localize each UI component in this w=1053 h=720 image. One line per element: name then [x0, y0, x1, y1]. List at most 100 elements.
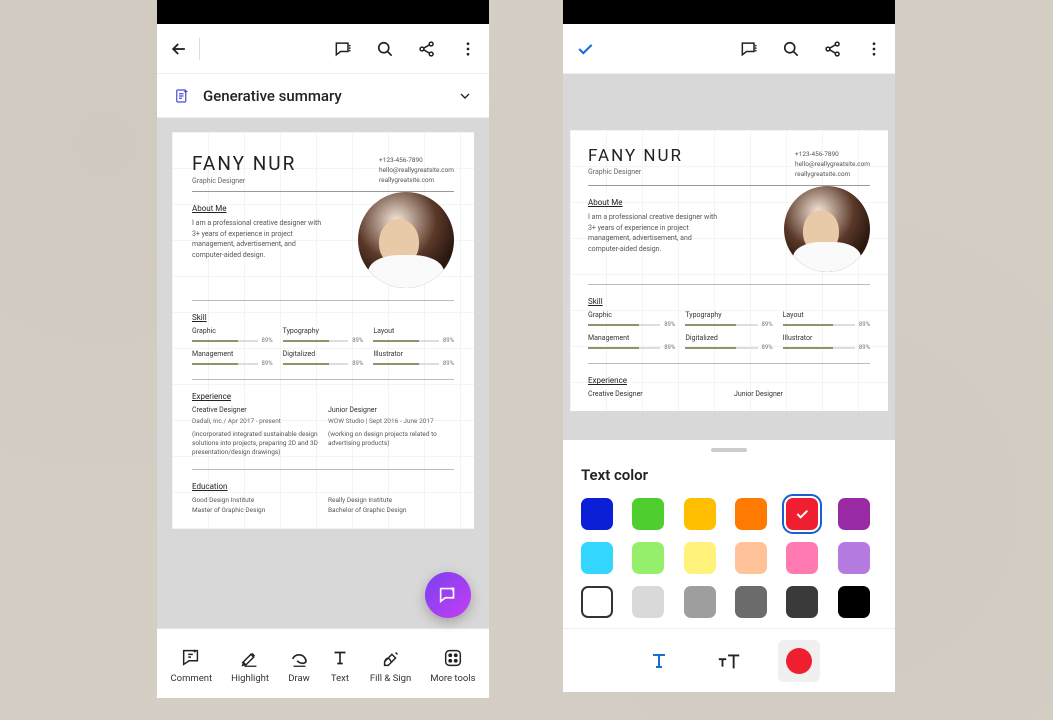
- exp-title: Experience: [192, 392, 454, 401]
- edu-title: Education: [192, 482, 454, 491]
- skill-item: Illustrator89%: [783, 334, 870, 351]
- color-swatch[interactable]: [735, 498, 767, 530]
- resume-contact: +123-456-7890 hello@reallygreatsite.com …: [795, 146, 870, 179]
- color-swatch[interactable]: [684, 542, 716, 574]
- text-color-panel: Text color: [563, 448, 895, 628]
- skill-item: Layout89%: [373, 327, 454, 344]
- color-swatch[interactable]: [632, 498, 664, 530]
- document-viewport[interactable]: FANY NUR Graphic Designer +123-456-7890 …: [157, 118, 489, 628]
- tool-highlight[interactable]: Highlight: [231, 647, 269, 684]
- color-swatch[interactable]: [581, 586, 613, 618]
- ai-assistant-fab[interactable]: [425, 572, 471, 618]
- tool-label: Draw: [288, 673, 310, 684]
- confirm-icon[interactable]: [575, 39, 595, 59]
- contact-email: hello@reallygreatsite.com: [379, 166, 454, 176]
- current-color-dot: [786, 648, 812, 674]
- resume-page: FANY NUR Graphic Designer +123-456-7890 …: [570, 130, 888, 411]
- tool-more[interactable]: More tools: [430, 647, 475, 684]
- about-title: About Me: [192, 204, 322, 213]
- font-button[interactable]: [638, 640, 680, 682]
- skills-grid: Graphic89% Typography89% Layout89% Manag…: [192, 327, 454, 367]
- resume-contact: +123-456-7890 hello@reallygreatsite.com …: [379, 152, 454, 185]
- summary-label: Generative summary: [203, 87, 342, 105]
- exp-where: Dadali, Inc./ Apr 2017 - present: [192, 417, 318, 426]
- phone-screenshot-left: Generative summary FANY NUR Graphic Desi…: [157, 0, 489, 698]
- skill-item: Digitalized89%: [283, 350, 364, 367]
- color-swatch[interactable]: [581, 542, 613, 574]
- color-swatch[interactable]: [581, 498, 613, 530]
- divider: [192, 379, 454, 380]
- color-grid: [581, 498, 877, 618]
- overflow-icon[interactable]: [865, 39, 883, 59]
- top-toolbar: [157, 24, 489, 74]
- divider: [588, 363, 870, 364]
- tool-comment[interactable]: Comment: [170, 647, 212, 684]
- divider: [192, 300, 454, 301]
- about-text: I am a professional creative designer wi…: [192, 218, 322, 260]
- color-swatch[interactable]: [786, 586, 818, 618]
- skill-item: Graphic89%: [192, 327, 273, 344]
- draw-icon: [288, 647, 310, 669]
- share-icon[interactable]: [417, 39, 437, 59]
- skill-item: Illustrator89%: [373, 350, 454, 367]
- tool-label: Fill & Sign: [370, 673, 411, 684]
- search-icon[interactable]: [375, 39, 395, 59]
- format-bar: [563, 628, 895, 692]
- color-swatch[interactable]: [632, 542, 664, 574]
- color-swatch[interactable]: [838, 498, 870, 530]
- divider: [192, 469, 454, 470]
- overflow-icon[interactable]: [459, 39, 477, 59]
- color-swatch[interactable]: [735, 542, 767, 574]
- tool-fillsign[interactable]: Fill & Sign: [370, 647, 411, 684]
- share-icon[interactable]: [823, 39, 843, 59]
- tool-text[interactable]: Text: [329, 647, 351, 684]
- about-text: I am a professional creative designer wi…: [588, 212, 718, 254]
- contact-email: hello@reallygreatsite.com: [795, 160, 870, 170]
- color-swatch[interactable]: [735, 586, 767, 618]
- generative-summary-bar[interactable]: Generative summary: [157, 74, 489, 118]
- more-tools-icon: [442, 647, 464, 669]
- divider: [588, 284, 870, 285]
- exp-grid: Creative Designer Junior Designer: [588, 390, 870, 401]
- exp-role: Junior Designer: [734, 390, 870, 400]
- color-swatch[interactable]: [684, 586, 716, 618]
- avatar: [358, 192, 454, 288]
- exp-grid: Creative Designer Dadali, Inc./ Apr 2017…: [192, 406, 454, 457]
- resume-subtitle: Graphic Designer: [192, 177, 296, 185]
- color-swatch[interactable]: [838, 542, 870, 574]
- color-swatch[interactable]: [632, 586, 664, 618]
- back-icon[interactable]: [169, 39, 189, 59]
- color-swatch[interactable]: [786, 498, 818, 530]
- skill-item: Management89%: [192, 350, 273, 367]
- exp-role: Junior Designer: [328, 406, 454, 416]
- edu-school: Good Design Institute: [192, 496, 318, 505]
- tool-draw[interactable]: Draw: [288, 647, 310, 684]
- sparkle-doc-icon: [173, 87, 191, 105]
- color-swatch[interactable]: [684, 498, 716, 530]
- document-viewport[interactable]: FANY NUR Graphic Designer +123-456-7890 …: [563, 74, 895, 440]
- resume-subtitle: Graphic Designer: [588, 168, 683, 176]
- status-bar: [563, 0, 895, 24]
- text-icon: [329, 647, 351, 669]
- toolbar-divider: [199, 38, 200, 60]
- tool-label: Text: [331, 673, 349, 684]
- color-swatch[interactable]: [786, 542, 818, 574]
- bottom-toolbar: Comment Highlight Draw Text Fill & Sign …: [157, 628, 489, 698]
- top-toolbar: [563, 24, 895, 74]
- tool-label: More tools: [430, 673, 475, 684]
- text-size-button[interactable]: [708, 640, 750, 682]
- skills-grid: Graphic89% Typography89% Layout89% Manag…: [588, 311, 870, 351]
- chat-icon[interactable]: [739, 39, 759, 59]
- exp-desc: (incorporated integrated sustainable des…: [192, 430, 318, 457]
- status-bar: [157, 0, 489, 24]
- text-color-button[interactable]: [778, 640, 820, 682]
- skill-title: Skill: [588, 297, 870, 306]
- tool-label: Comment: [170, 673, 212, 684]
- comment-icon: [180, 647, 202, 669]
- search-icon[interactable]: [781, 39, 801, 59]
- color-swatch[interactable]: [838, 586, 870, 618]
- avatar: [784, 186, 870, 272]
- highlight-icon: [239, 647, 261, 669]
- chevron-down-icon: [457, 88, 473, 104]
- chat-icon[interactable]: [333, 39, 353, 59]
